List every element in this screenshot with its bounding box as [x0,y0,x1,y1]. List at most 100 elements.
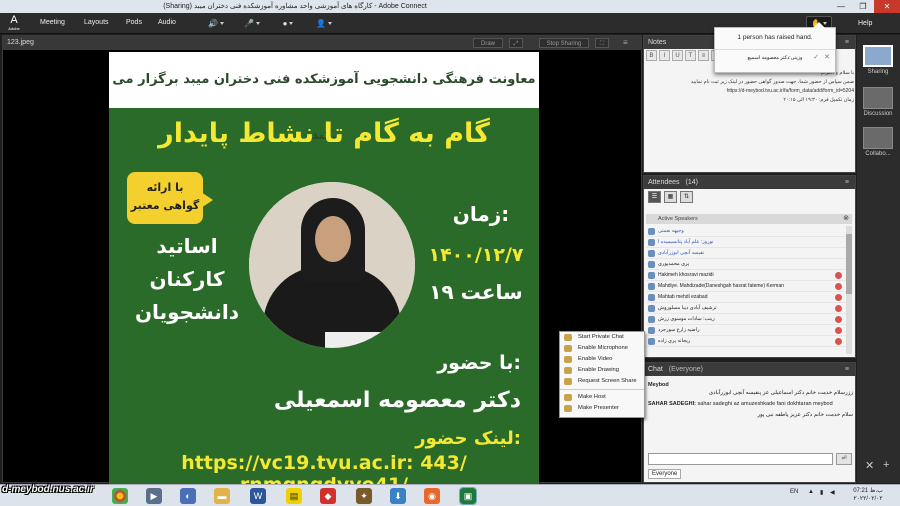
attendee-row[interactable]: ریحانه پری زاده [646,336,846,347]
underline-button[interactable]: U [672,50,683,61]
sticky-notes-icon[interactable]: ▤ [286,488,302,504]
raised-hand-person: وزینی:دکتر معصومه اسمیع [747,55,803,61]
chat-input[interactable] [648,453,833,465]
tray-arrow-icon[interactable]: ▲ [808,489,814,495]
participant-icon [648,338,655,345]
layout-collaboration[interactable]: Collabo... [861,127,895,157]
firefox-icon[interactable]: ◉ [424,488,440,504]
attendee-row[interactable]: ترشیف آبادی دیبا مسلوروش [646,303,846,314]
microphone-icon[interactable]: 🎤 [238,17,266,30]
attendee-row[interactable]: Mahdiye. Mahdizade(Daneshgah hasrat fate… [646,281,846,292]
grid-view-icon[interactable]: ▦ [664,191,677,203]
enable-video-item[interactable]: Enable Video [560,354,644,365]
chat-recipient-tab[interactable]: Everyone [648,469,682,479]
send-button[interactable]: ⏎ [836,453,852,465]
presenter-name: دکتر معصومه اسمعیلی [273,388,521,413]
menu-meeting[interactable]: Meeting [40,16,65,30]
attendee-row[interactable]: Mahtab mehdi ezabad [646,292,846,303]
status-icon[interactable]: 👤 [310,17,338,30]
pod-options-icon[interactable]: ≡ [845,363,849,376]
clock[interactable]: 07:21 ب.ظ ۲۰۲۲/۰۲/۰۲ [842,487,894,503]
folder-icon[interactable]: ▬ [214,488,230,504]
camera-icon[interactable]: ● [274,17,302,30]
start-private-chat-item[interactable]: Start Private Chat [560,332,644,343]
attendee-row[interactable]: Hakimeh khosravi mazidi [646,270,846,281]
bubble-line-2: گواهی معتبر [130,199,200,212]
menu-layouts[interactable]: Layouts [84,16,109,30]
italic-button[interactable]: I [659,50,670,61]
request-screen-share-item[interactable]: Request Screen Share [560,376,644,387]
notes-text[interactable]: با سلام و احترام ضمن سپاس از حضور شما، ج… [648,70,854,106]
collapse-icon[interactable]: ✕ [865,459,874,472]
make-presenter-item[interactable]: Make Presenter [560,403,644,414]
downloader-icon[interactable]: ⬇ [390,488,406,504]
stop-sharing-button[interactable]: Stop Sharing [539,38,589,48]
attendee-row[interactable]: نفیسه آنچی ابوزرآبادی [646,248,846,259]
align-button[interactable]: ≡ [698,50,709,61]
pod-options-icon[interactable]: ≡ [845,36,849,49]
chrome-icon[interactable] [112,488,128,504]
event-date: ۱۴۰۰/۱۲/۷ [428,244,524,266]
active-speakers-section[interactable]: Active Speakers ⊗ [646,214,852,224]
browser-icon[interactable]: ◐ [180,488,196,504]
close-button[interactable]: ✕ [874,0,900,13]
microphone-off-icon[interactable] [835,272,842,279]
font-button[interactable]: T [685,50,696,61]
minimize-button[interactable]: — [830,0,852,13]
taskbar: ▶ ◐ ▬ W ▤ ◆ ✦ ⬇ ◉ ▣ EN ▲ ▮ ◀ 07:21 ب.ظ ۲… [0,484,900,506]
make-host-item[interactable]: Make Host [560,392,644,403]
anydesk-icon[interactable]: ◆ [320,488,336,504]
microphone-off-icon[interactable] [835,294,842,301]
fullscreen-icon[interactable]: ⛶ [595,38,609,48]
dismiss-hand-icon[interactable]: ✕ [824,53,830,61]
enable-microphone-item[interactable]: Enable Microphone [560,343,644,354]
attendee-row[interactable]: راضیه زارع سورجرد [646,325,846,336]
language-indicator[interactable]: EN [790,489,798,495]
adobe-logo-icon: A Adobe [8,14,20,31]
volume-icon[interactable]: ◀ [830,489,835,496]
attendee-row[interactable]: پری محمدپوری [646,259,846,270]
pod-options-icon[interactable]: ≡ [845,176,849,189]
add-layout-icon[interactable]: + [883,459,889,471]
fit-icon[interactable]: ⤢ [509,38,523,48]
accept-hand-icon[interactable]: ✓ [813,53,819,61]
list-view-icon[interactable]: ☰ [648,191,661,203]
microphone-off-icon[interactable] [835,338,842,345]
microphone-off-icon[interactable] [835,316,842,323]
notes-title: Notes [648,39,667,46]
media-player-icon[interactable]: ▶ [146,488,162,504]
pencil-icon [564,367,572,374]
menu-pods[interactable]: Pods [126,16,142,30]
menu-help[interactable]: Help [858,17,872,30]
scrollbar[interactable] [846,226,852,354]
menu-audio[interactable]: Audio [158,16,176,30]
app-icon[interactable]: ✦ [356,488,372,504]
word-icon[interactable]: W [250,488,266,504]
site-watermark: d-meybod.nus.ac.ir [2,484,94,495]
clock-date: ۲۰۲۲/۰۲/۰۲ [853,496,883,502]
layout-discussion[interactable]: Discussion [861,87,895,117]
attendee-name: زینب: سادات موسوی زرش [658,316,715,322]
maximize-button[interactable]: ❐ [852,0,874,13]
microphone-off-icon[interactable] [835,327,842,334]
microphone-off-icon[interactable] [835,305,842,312]
close-section-icon[interactable]: ⊗ [843,214,849,224]
sort-icon[interactable]: ⇅ [680,191,693,203]
layout-sharing[interactable]: Sharing [861,45,895,75]
attendee-row[interactable]: زینب: سادات موسوی زرش [646,314,846,325]
bold-button[interactable]: B [646,50,657,61]
attendee-row[interactable]: وجیهه نعمتی [646,226,846,237]
speaker-icon[interactable]: 🔊 [202,17,230,30]
adobe-connect-icon[interactable]: ▣ [459,487,477,505]
audience-item: کارکنان [149,267,225,291]
network-icon[interactable]: ▮ [820,489,823,496]
microphone-off-icon[interactable] [835,283,842,290]
attendee-name: راضیه زارع سورجرد [658,327,700,333]
draw-button[interactable]: Draw [473,38,503,48]
chat-icon [564,334,572,341]
enable-drawing-item[interactable]: Enable Drawing [560,365,644,376]
shared-poster-image: معاونت فرهنگی دانشجویی آموزشکده فنی دختر… [109,52,539,484]
attendee-row[interactable]: نوروز: علم آباد پتانسیمیده ا [646,237,846,248]
attendee-name: نفیسه آنچی ابوزرآبادی [658,250,705,256]
pod-options-icon[interactable]: ≡ [623,36,628,50]
